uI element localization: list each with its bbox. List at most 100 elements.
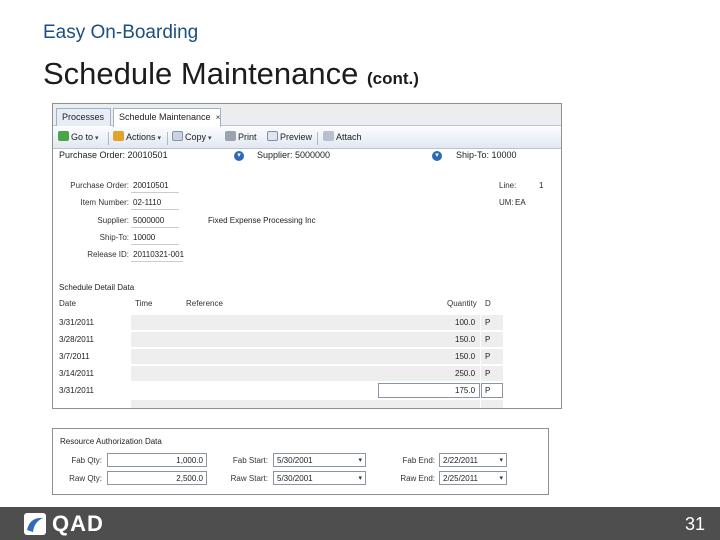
- date-cell: 3/7/2011: [59, 352, 90, 361]
- attach-icon: [323, 131, 334, 141]
- qad-logo-icon: [24, 513, 46, 535]
- copy-button[interactable]: Copy ▾: [172, 131, 212, 146]
- close-tab-icon[interactable]: ×: [216, 113, 221, 122]
- table-row[interactable]: 3/7/2011 150.0 P: [53, 348, 503, 365]
- quantity-cell: 175.0: [455, 386, 476, 395]
- chevron-down-icon: ▾: [499, 475, 503, 482]
- actions-button[interactable]: Actions ▾: [113, 131, 161, 146]
- chevron-down-icon: ▾: [95, 135, 99, 142]
- row-shade: [131, 315, 379, 330]
- release-id-value[interactable]: 20110321-001: [133, 250, 184, 259]
- actions-icon: [113, 131, 124, 141]
- attach-button[interactable]: Attach: [323, 131, 362, 146]
- column-header-time[interactable]: Time: [135, 299, 152, 308]
- um-value: EA: [515, 198, 526, 207]
- ship-to-label: Ship-To:: [99, 233, 129, 242]
- tab-processes[interactable]: Processes: [56, 108, 111, 126]
- date-cell: 3/14/2011: [59, 369, 94, 378]
- copy-icon: [172, 131, 183, 141]
- header-ship-to: Ship-To: 10000: [456, 150, 517, 160]
- item-number-value[interactable]: 02-1110: [133, 198, 161, 207]
- page-number: 31: [684, 514, 705, 534]
- expand-icon[interactable]: ▾: [432, 151, 442, 161]
- go-to-button[interactable]: Go to ▾: [58, 131, 99, 146]
- go-to-label: Go to: [71, 132, 94, 142]
- raw-start-value: 5/30/2001: [277, 474, 313, 483]
- resource-panel-title: Resource Authorization Data: [60, 437, 162, 446]
- column-header-reference[interactable]: Reference: [186, 299, 223, 308]
- copy-label: Copy: [185, 132, 207, 142]
- header-purchase-order: Purchase Order: 20010501: [59, 150, 168, 160]
- chevron-down-icon: ▾: [358, 457, 362, 464]
- quantity-cell: 250.0: [455, 369, 476, 378]
- raw-start-label: Raw Start:: [230, 474, 268, 483]
- toolbar-divider: [167, 132, 168, 145]
- slide-footer: QAD 31: [0, 507, 720, 540]
- fab-qty-input[interactable]: 1,000.0: [107, 453, 207, 467]
- um-label: UM:: [499, 198, 514, 207]
- print-label: Print: [238, 132, 257, 142]
- column-header-d[interactable]: D: [485, 299, 491, 308]
- schedule-detail-title: Schedule Detail Data: [59, 283, 135, 292]
- purchase-order-label: Purchase Order:: [70, 181, 129, 190]
- table-row-partial: [53, 399, 503, 408]
- fab-start-value: 5/30/2001: [277, 456, 313, 465]
- schedule-maintenance-window: Processes Schedule Maintenance × Go to ▾ A…: [52, 103, 562, 409]
- slide-title-text: Schedule Maintenance: [43, 56, 359, 91]
- chevron-down-icon: ▾: [208, 135, 212, 142]
- field-underline: [131, 227, 179, 228]
- toolbar-divider: [317, 132, 318, 145]
- d-cell-bg: [481, 400, 503, 408]
- tab-schedule-maintenance[interactable]: Schedule Maintenance ×: [113, 108, 221, 127]
- slide-kicker: Easy On-Boarding: [43, 22, 199, 43]
- fab-start-label: Fab Start:: [232, 456, 268, 465]
- ship-to-value[interactable]: 10000: [133, 233, 155, 242]
- header-summary-row: Purchase Order: 20010501 ▾ Supplier: 500…: [53, 150, 561, 162]
- actions-label: Actions: [126, 132, 156, 142]
- raw-start-select[interactable]: 5/30/2001 ▾: [273, 471, 366, 485]
- raw-qty-input[interactable]: 2,500.0: [107, 471, 207, 485]
- attach-label: Attach: [336, 132, 362, 142]
- raw-qty-label: Raw Qty:: [69, 474, 102, 483]
- d-cell: P: [485, 335, 491, 344]
- raw-end-select[interactable]: 2/25/2011 ▾: [439, 471, 507, 485]
- field-underline: [131, 192, 179, 193]
- fab-end-select[interactable]: 2/22/2011 ▾: [439, 453, 507, 467]
- supplier-label: Supplier:: [97, 216, 129, 225]
- column-header-date[interactable]: Date: [59, 299, 76, 308]
- item-number-label: Item Number:: [80, 198, 129, 207]
- quantity-cell: 150.0: [455, 335, 476, 344]
- toolbar-divider: [108, 132, 109, 145]
- field-underline: [131, 209, 179, 210]
- table-row[interactable]: 3/14/2011 250.0 P: [53, 365, 503, 382]
- table-row[interactable]: 3/31/2011 100.0 P: [53, 314, 503, 331]
- expand-icon[interactable]: ▾: [234, 151, 244, 161]
- date-cell: 3/31/2011: [59, 318, 94, 327]
- d-cell: P: [485, 386, 491, 395]
- quantity-cell: 150.0: [455, 352, 476, 361]
- slide-title: Schedule Maintenance (cont.): [43, 56, 419, 92]
- go-to-icon: [58, 131, 69, 141]
- d-cell: P: [485, 318, 491, 327]
- row-shade: [131, 366, 379, 381]
- line-label: Line:: [499, 181, 517, 190]
- raw-end-label: Raw End:: [400, 474, 435, 483]
- purchase-order-value[interactable]: 20010501: [133, 181, 169, 190]
- preview-icon: [267, 131, 278, 141]
- line-value: 1: [539, 181, 544, 190]
- chevron-down-icon: ▾: [157, 135, 162, 142]
- supplier-name: Fixed Expense Processing Inc: [208, 216, 316, 225]
- supplier-value[interactable]: 5000000: [133, 216, 164, 225]
- quantity-cell: 100.0: [455, 318, 476, 327]
- preview-button[interactable]: Preview: [267, 131, 312, 146]
- column-header-quantity[interactable]: Quantity: [447, 299, 477, 308]
- fab-start-select[interactable]: 5/30/2001 ▾: [273, 453, 366, 467]
- toolbar: Go to ▾ Actions ▾ Copy ▾ Print Preview Atta…: [53, 127, 561, 149]
- fab-end-label: Fab End:: [402, 456, 435, 465]
- fab-qty-label: Fab Qty:: [71, 456, 102, 465]
- table-row-editing[interactable]: 3/31/2011 175.0 P: [53, 382, 503, 399]
- print-button[interactable]: Print: [225, 131, 257, 146]
- raw-end-value: 2/25/2011: [443, 474, 478, 483]
- tab-schedule-maintenance-label: Schedule Maintenance: [119, 112, 211, 122]
- table-row[interactable]: 3/28/2011 150.0 P: [53, 331, 503, 348]
